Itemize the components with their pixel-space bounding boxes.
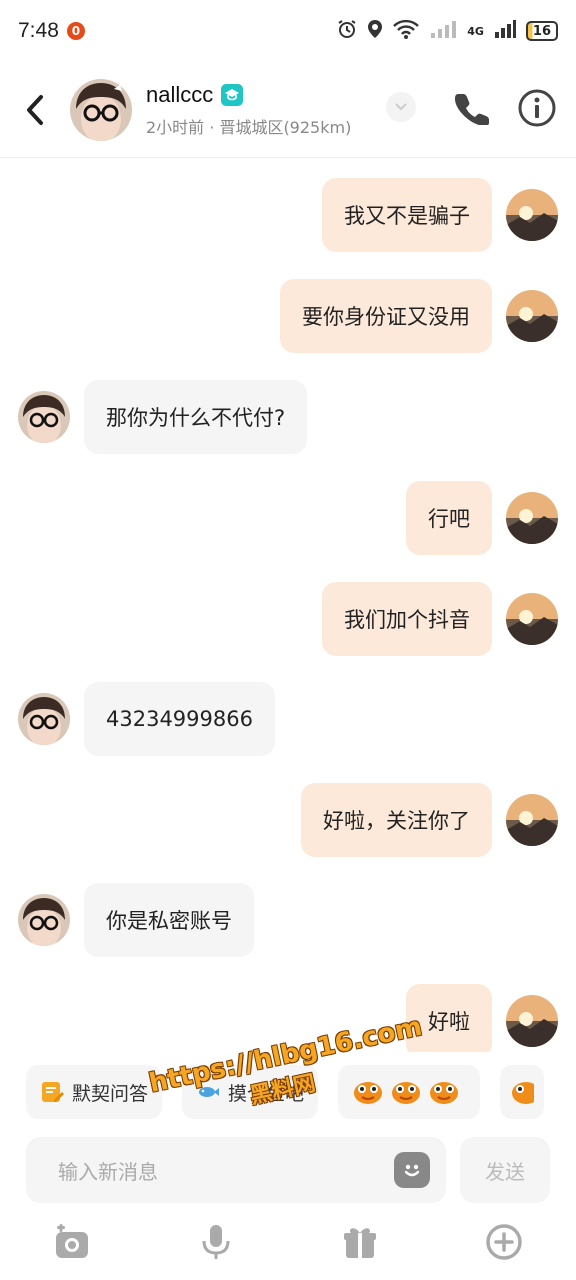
message-outgoing[interactable]: 我又不是骗子 <box>0 178 576 252</box>
location-icon <box>367 19 383 43</box>
wifi-icon <box>393 19 420 43</box>
sticker-icon <box>428 1075 460 1110</box>
message-outgoing[interactable]: 要你身份证又没用 <box>0 279 576 353</box>
contact-avatar-small[interactable] <box>18 693 70 745</box>
info-icon <box>518 89 556 127</box>
signal-icon <box>429 19 457 43</box>
more-button[interactable] <box>482 1220 526 1264</box>
message-bubble[interactable]: 我们加个抖音 <box>322 582 492 656</box>
message-bubble[interactable]: 43234999866 <box>84 682 275 756</box>
my-avatar[interactable] <box>506 290 558 342</box>
message-outgoing[interactable]: 我们加个抖音 <box>0 582 576 656</box>
call-button[interactable] <box>452 88 492 128</box>
chevron-down-icon <box>395 103 407 111</box>
gift-icon <box>344 1228 376 1258</box>
status-icons: 4G 16 <box>337 19 558 43</box>
back-button[interactable] <box>10 80 60 140</box>
gift-button[interactable] <box>338 1220 382 1264</box>
chevron-left-icon <box>27 94 43 125</box>
chip-label: 摸个鱼吧 <box>228 1082 305 1105</box>
smiley-icon <box>404 1164 420 1177</box>
microphone-icon <box>202 1225 230 1259</box>
message-input-placeholder: 输入新消息 <box>58 1159 158 1184</box>
chip-fish[interactable]: 摸个鱼吧 <box>182 1065 319 1119</box>
chip-stickers[interactable] <box>338 1065 481 1119</box>
contact-subtitle: 2小时前 · 晋城城区(925km) <box>146 117 352 137</box>
voice-button[interactable] <box>194 1220 238 1264</box>
photo-button[interactable] <box>50 1220 94 1264</box>
contact-avatar-small[interactable] <box>18 391 70 443</box>
message-incoming[interactable]: 你是私密账号 <box>0 883 576 957</box>
battery-indicator: 16 <box>525 21 558 41</box>
message-outgoing[interactable]: 行吧 <box>0 481 576 555</box>
sticker-icon <box>510 1075 541 1110</box>
phone-icon <box>455 94 489 125</box>
message-bubble[interactable]: 那你为什么不代付? <box>84 380 308 454</box>
contact-avatar-small[interactable] <box>18 894 70 946</box>
message-outgoing[interactable]: 好啦，关注你了 <box>0 783 576 857</box>
send-button[interactable]: 发送 <box>460 1137 550 1203</box>
my-avatar[interactable] <box>506 794 558 846</box>
signal-4g-icon <box>494 19 516 43</box>
my-avatar[interactable] <box>506 995 558 1047</box>
message-bubble[interactable]: 要你身份证又没用 <box>280 279 492 353</box>
message-incoming[interactable]: 43234999866 <box>0 682 576 756</box>
contact-avatar[interactable] <box>70 78 132 141</box>
network-label: 4G <box>467 24 484 38</box>
alarm-icon <box>337 19 357 43</box>
edit-note-icon <box>40 1080 64 1104</box>
camera-icon <box>56 1224 88 1258</box>
quick-actions: 默契问答 摸个鱼吧 <box>0 1064 576 1120</box>
message-bubble[interactable]: 好啦 <box>406 984 492 1052</box>
chip-more[interactable] <box>500 1065 545 1119</box>
message-bubble[interactable]: 你是私密账号 <box>84 883 254 957</box>
chip-label: 默契问答 <box>72 1082 149 1105</box>
composer: 输入新消息 发送 <box>26 1137 550 1203</box>
my-avatar[interactable] <box>506 492 558 544</box>
fish-icon <box>196 1080 220 1104</box>
chip-quiz[interactable]: 默契问答 <box>26 1065 163 1119</box>
plus-circle-icon <box>486 1224 522 1260</box>
bottom-toolbar <box>0 1210 576 1274</box>
verified-icon <box>221 83 244 106</box>
emoji-button[interactable] <box>394 1152 430 1188</box>
my-avatar[interactable] <box>506 189 558 241</box>
status-time: 7:48 <box>18 19 59 42</box>
sticker-icon <box>352 1075 384 1110</box>
info-button[interactable] <box>516 87 558 129</box>
message-incoming[interactable]: 那你为什么不代付? <box>0 380 576 454</box>
message-bubble[interactable]: 好啦，关注你了 <box>301 783 492 857</box>
message-input[interactable]: 输入新消息 <box>26 1137 446 1203</box>
status-bar: 7:48 0 4G 16 <box>0 0 576 62</box>
expand-button[interactable] <box>386 92 416 122</box>
my-avatar[interactable] <box>506 593 558 645</box>
contact-name: nallccc <box>146 81 214 107</box>
sticker-icon <box>390 1075 422 1110</box>
message-bubble[interactable]: 行吧 <box>406 481 492 555</box>
notification-badge: 0 <box>66 22 85 40</box>
message-bubble[interactable]: 我又不是骗子 <box>322 178 492 252</box>
message-list[interactable]: 我又不是骗子 要你身份证又没用 那你为什么不代付? 行吧 我们加个抖音 4323… <box>0 160 576 1052</box>
message-outgoing[interactable]: 好啦 <box>0 984 576 1052</box>
